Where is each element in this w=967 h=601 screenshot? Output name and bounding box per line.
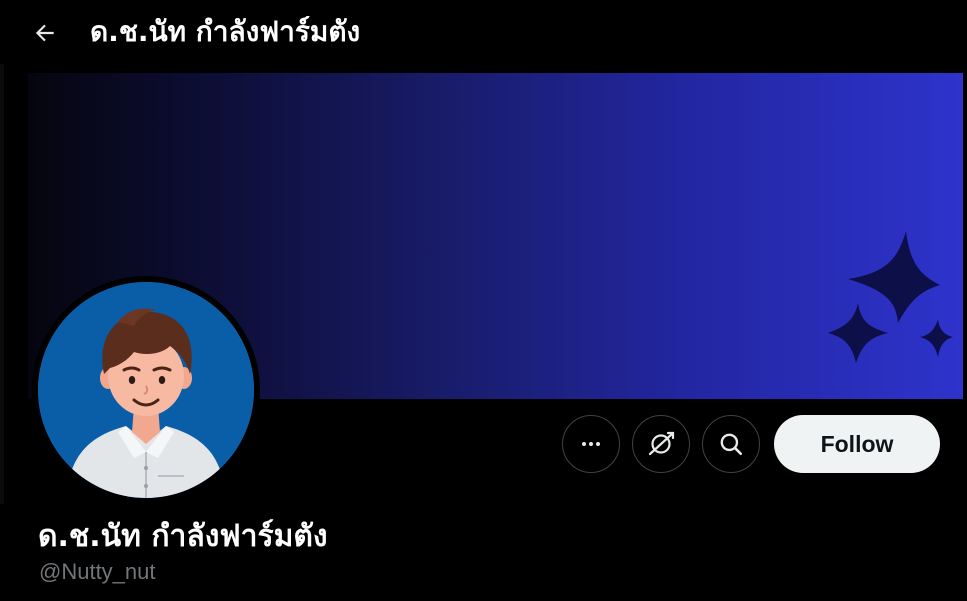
follow-button[interactable]: Follow bbox=[774, 415, 940, 473]
arrow-left-icon bbox=[35, 24, 54, 42]
subscribe-button[interactable] bbox=[632, 415, 690, 473]
search-button[interactable] bbox=[702, 415, 760, 473]
more-options-button[interactable] bbox=[562, 415, 620, 473]
sparkles-icon bbox=[828, 231, 953, 363]
profile-handle: @Nutty_nut bbox=[39, 559, 156, 584]
subscribe-icon bbox=[648, 431, 675, 456]
header-title: ด.ช.นัท กำลังฟาร์มตัง bbox=[90, 15, 361, 48]
top-bar: ด.ช.นัท กำลังฟาร์มตัง bbox=[0, 0, 967, 64]
profile-display-name: ด.ช.นัท กำลังฟาร์มตัง bbox=[38, 519, 328, 554]
ellipsis-icon bbox=[582, 442, 600, 446]
back-button[interactable] bbox=[26, 14, 64, 52]
cartoon-boy-avatar-icon bbox=[38, 282, 254, 498]
left-border bbox=[0, 64, 4, 504]
avatar[interactable] bbox=[38, 282, 254, 498]
search-icon bbox=[720, 433, 743, 456]
